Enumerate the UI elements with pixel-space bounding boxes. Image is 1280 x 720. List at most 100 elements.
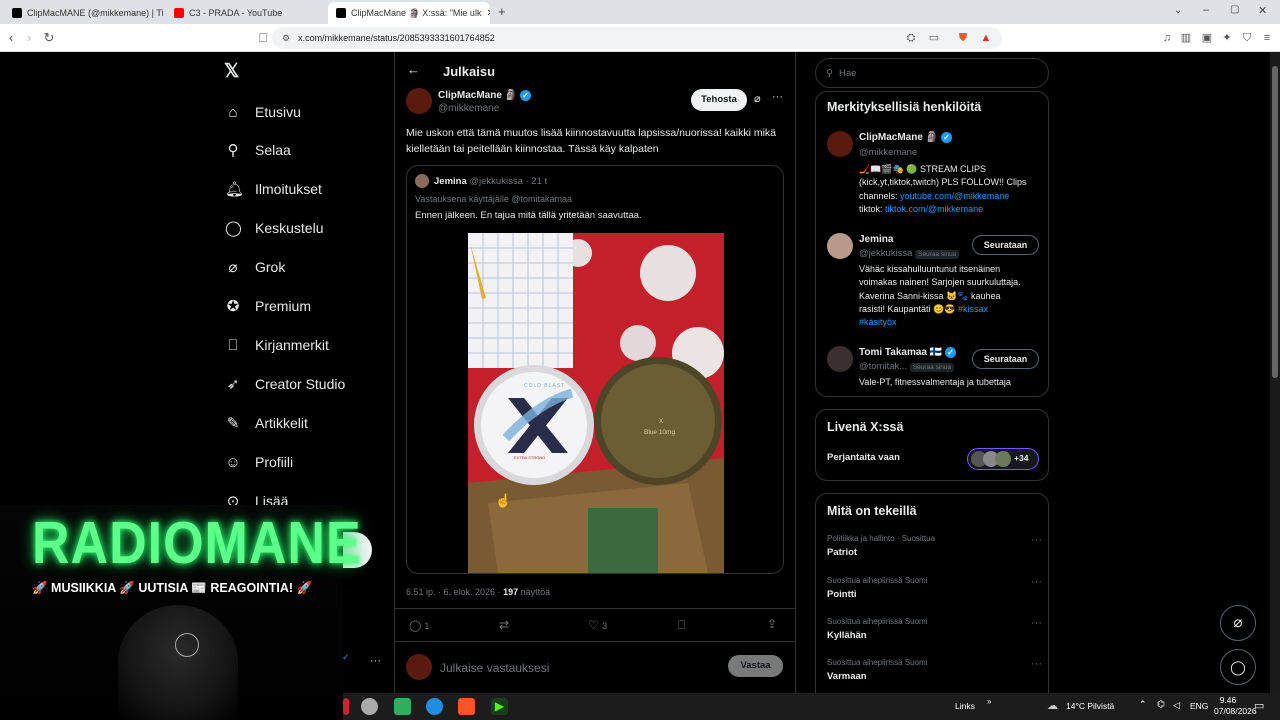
author-name-row[interactable]: ClipMacMane 🗿 ✓: [438, 90, 531, 101]
rewards-icon[interactable]: ▲: [979, 31, 993, 45]
messages-float-icon[interactable]: ◯: [1220, 649, 1256, 685]
more-icon[interactable]: ···: [1031, 658, 1042, 670]
following-button[interactable]: Seurataan: [972, 235, 1039, 255]
live-avatars[interactable]: +34: [967, 448, 1039, 470]
more-options-icon[interactable]: ···: [772, 91, 783, 103]
site-info-icon[interactable]: ⚙: [282, 33, 290, 44]
avatar[interactable]: [827, 233, 853, 259]
hashtag-link[interactable]: #käsityöx: [859, 316, 1044, 329]
brave-shield-icon[interactable]: ⛊: [956, 31, 970, 45]
kick-icon[interactable]: ▶: [491, 698, 508, 715]
following-button[interactable]: Seurataan: [972, 349, 1039, 369]
reload-icon[interactable]: ↻: [40, 29, 58, 47]
new-tab-button[interactable]: +: [498, 4, 506, 19]
shield-app-icon[interactable]: [361, 698, 378, 715]
more-icon[interactable]: ···: [1031, 534, 1042, 546]
account-more-icon[interactable]: ···: [370, 655, 381, 667]
more-icon[interactable]: ···: [1031, 617, 1042, 629]
sidebar-item-label: Keskustelu: [255, 220, 324, 236]
reply-button[interactable]: Vastaa: [728, 655, 783, 677]
address-bar[interactable]: ⚙ x.com/mikkemane/status/208539333160176…: [272, 27, 1002, 49]
leo-icon[interactable]: ✦: [1220, 31, 1234, 45]
x-logo-icon[interactable]: 𝕏: [224, 60, 239, 83]
window-close-icon[interactable]: ✕: [1258, 4, 1267, 17]
search-input[interactable]: ⚲ Hae: [815, 58, 1049, 88]
translate-icon[interactable]: ⛭: [904, 31, 918, 45]
live-item-title[interactable]: Perjantaita vaan: [827, 452, 900, 463]
green-app-icon[interactable]: [394, 698, 411, 715]
sidebar-toggle-icon[interactable]: ▥: [1179, 31, 1193, 45]
close-icon[interactable]: ✕: [486, 8, 490, 19]
weather-text[interactable]: 14°C Pilvistä: [1066, 701, 1114, 711]
author-handle[interactable]: @mikkemane: [438, 103, 499, 114]
sidebar-item-selaa[interactable]: ⚲ Selaa: [225, 138, 291, 162]
share-icon[interactable]: ⇪: [767, 617, 777, 631]
more-icon[interactable]: ···: [1031, 576, 1042, 588]
vpn-icon[interactable]: ⛉: [1240, 31, 1254, 45]
network-icon[interactable]: ⌬: [1157, 699, 1165, 710]
links-toolbar[interactable]: Links: [955, 701, 975, 711]
hashtag-link[interactable]: #kissax: [958, 304, 988, 314]
like-action[interactable]: ♡ 3: [588, 618, 607, 632]
tray-chevron-icon[interactable]: ⌃: [1139, 699, 1147, 710]
volume-icon[interactable]: ◁: [1173, 700, 1180, 711]
sidebar-item-label: Premium: [255, 298, 312, 314]
person-name-row[interactable]: ClipMacMane 🗿 ✓: [859, 132, 952, 143]
cast-icon[interactable]: ▭: [927, 31, 941, 45]
brave-icon[interactable]: [458, 698, 475, 715]
sidebar-item-creator-studio[interactable]: ➶ Creator Studio: [225, 372, 346, 396]
person-name-row[interactable]: Tomi Takamaa 🇫🇮 ✓: [859, 347, 956, 358]
avatar[interactable]: [406, 88, 432, 114]
trend-item[interactable]: Suosittua aihepiirissä Suomi Kyllähän ··…: [827, 617, 1042, 641]
grok-float-icon[interactable]: ⌀: [1220, 605, 1256, 641]
back-icon[interactable]: ‹: [2, 29, 20, 47]
taskbar-app-icon[interactable]: [343, 698, 349, 715]
sidebar-item-artikkelit[interactable]: ✎ Artikkelit: [225, 411, 308, 435]
bio-link[interactable]: tiktok.com/@mikkemane: [885, 204, 983, 214]
reply-action[interactable]: ◯ 1: [409, 619, 429, 632]
article-icon: ✎: [226, 415, 240, 432]
bell-icon: 🔔︎: [225, 181, 245, 198]
tab-youtube[interactable]: C3 - PRADA - YouTube: [166, 2, 326, 24]
person-name[interactable]: Jemina: [859, 234, 893, 245]
sidebar-item-grok[interactable]: ⌀ Grok: [225, 255, 285, 279]
bookmark-page-icon[interactable]: ⎕: [254, 29, 272, 47]
sidebar-item-ilmoitukset[interactable]: 🔔︎ Ilmoitukset: [225, 177, 322, 201]
trend-item[interactable]: Suosittua aihepiirissä Suomi Pointti ···: [827, 576, 1042, 600]
back-arrow-icon[interactable]: ←: [407, 62, 420, 77]
avatar[interactable]: [827, 131, 853, 157]
bio-link[interactable]: youtube.com/@mikkemane: [900, 191, 1009, 201]
scrollbar-thumb[interactable]: [1272, 66, 1278, 378]
wallet-icon[interactable]: ▣: [1200, 31, 1214, 45]
bookmark-icon[interactable]: ⎕: [678, 618, 685, 633]
trend-item[interactable]: Suosittua aihepiirissä Suomi Varmaan ···: [827, 658, 1042, 682]
trend-item[interactable]: Politiikka ja hallinto · Suosittua Patri…: [827, 534, 1042, 558]
media-icon[interactable]: ♫: [1160, 31, 1174, 45]
minimize-icon[interactable]: –: [1203, 4, 1209, 16]
sidebar-item-profiili[interactable]: ☺ Profiili: [225, 450, 293, 474]
tab-x-active[interactable]: ClipMacMane 🗿 X:ssä: "Mie ulk ✕: [328, 2, 490, 24]
chevron-icon[interactable]: »: [987, 697, 991, 706]
grok-icon[interactable]: ⌀: [754, 92, 761, 105]
tab-tiktok[interactable]: ClipMacMANE (@mikkemane) | TikT...: [4, 2, 164, 24]
notification-icon[interactable]: ▭: [1254, 699, 1264, 712]
sidebar-item-kirjanmerkit[interactable]: ⎕ Kirjanmerkit: [225, 333, 328, 357]
menu-icon[interactable]: ≡: [1260, 31, 1274, 45]
forward-icon[interactable]: ›: [20, 29, 38, 47]
language-indicator[interactable]: ENG: [1190, 701, 1208, 711]
edge-icon[interactable]: [426, 698, 443, 715]
sidebar-item-premium[interactable]: ✪ Premium: [225, 294, 311, 318]
reply-input[interactable]: Julkaise vastauksesi: [440, 661, 549, 675]
quoted-post[interactable]: Jemina @jekkukissa · 21 t Vastauksena kä…: [406, 165, 784, 574]
sidebar-item-etusivu[interactable]: ⌂ Etusivu: [225, 100, 300, 124]
boost-button[interactable]: Tehosta: [691, 89, 747, 111]
scrollbar[interactable]: [1270, 52, 1280, 693]
avatar[interactable]: [827, 346, 853, 372]
clock[interactable]: 9.46 07/08/2026: [1214, 695, 1257, 717]
sidebar-item-keskustelu[interactable]: ◯ Keskustelu: [225, 216, 323, 240]
tab-search-icon[interactable]: ⌄: [1174, 5, 1182, 16]
maximize-icon[interactable]: ▢: [1230, 4, 1239, 15]
post-timestamp[interactable]: 6.51 ip. · 6. elok. 2026 ·: [406, 587, 501, 597]
post-image[interactable]: COLD BLAST EXTRA STRONG X Blue 10mg ☝: [468, 233, 724, 573]
repost-icon[interactable]: ⇄: [499, 618, 509, 632]
